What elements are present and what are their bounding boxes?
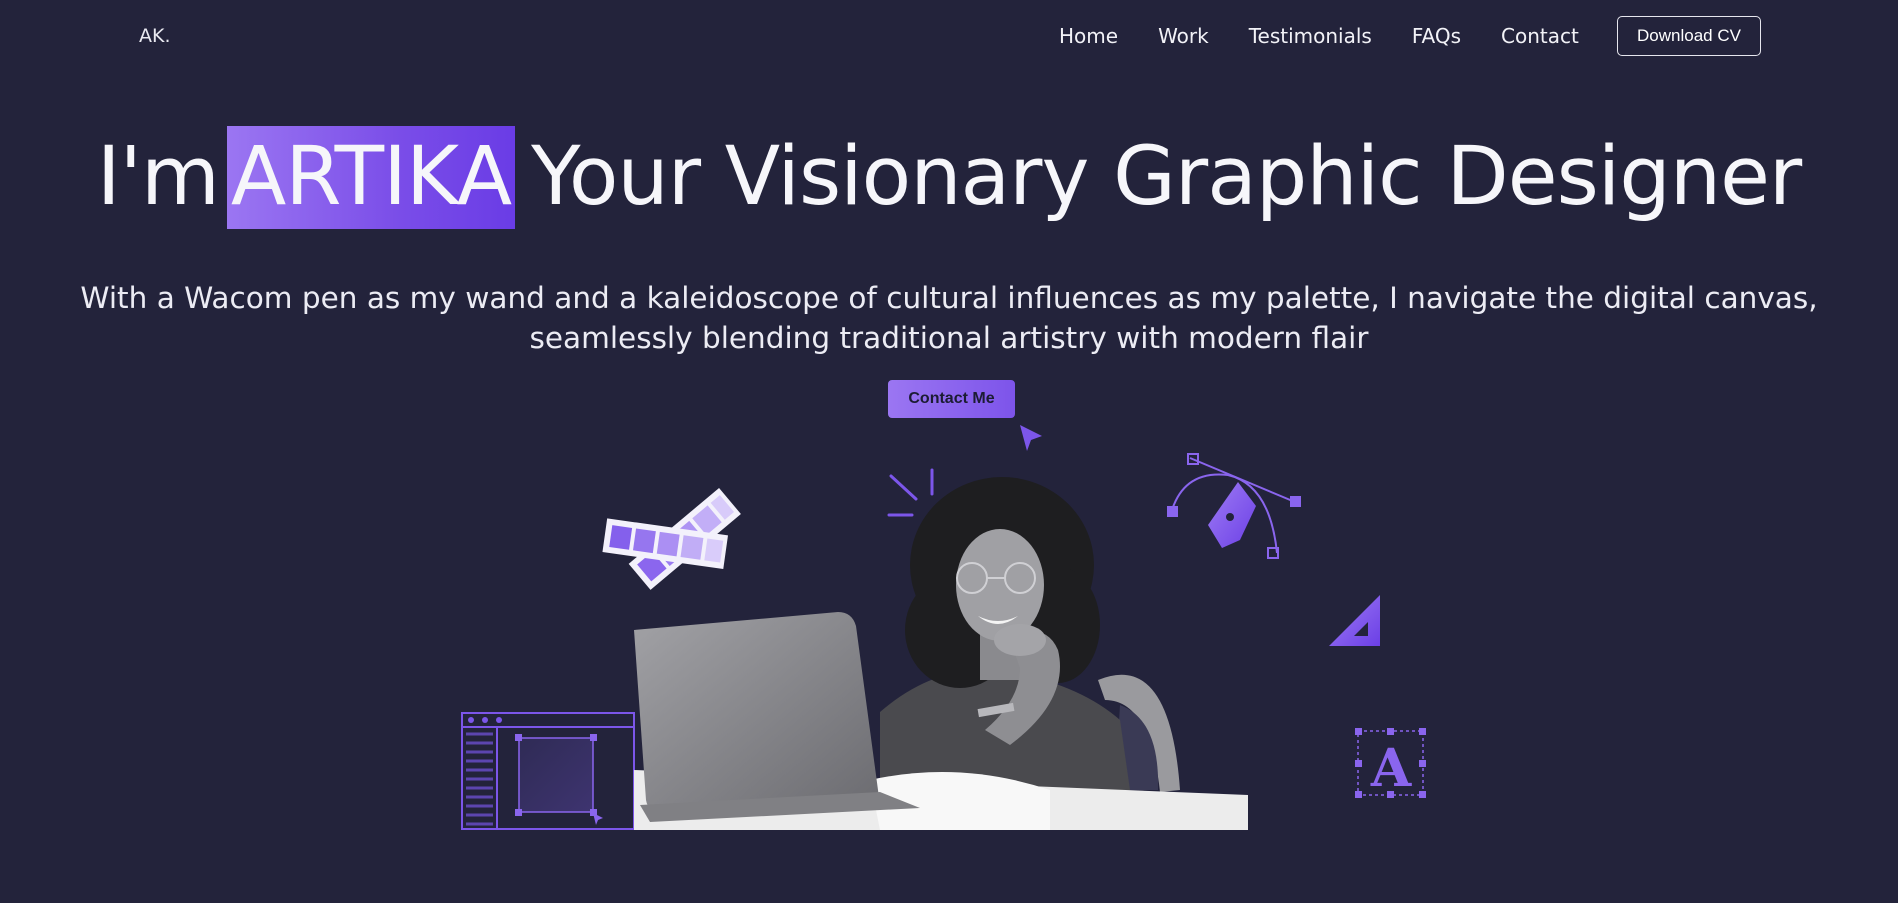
cursor-arrow-icon — [1020, 425, 1042, 451]
set-square-icon — [1329, 595, 1380, 646]
design-window-icon — [461, 712, 635, 830]
sparkle-lines-icon — [887, 468, 934, 517]
designer-photo — [634, 477, 1248, 830]
pen-tool-icon — [1167, 453, 1301, 559]
type-glyph: A — [1370, 738, 1412, 799]
color-swatch-icon — [602, 487, 741, 590]
hero-illustration: A — [461, 425, 1426, 830]
text-type-icon: A — [1355, 728, 1426, 799]
